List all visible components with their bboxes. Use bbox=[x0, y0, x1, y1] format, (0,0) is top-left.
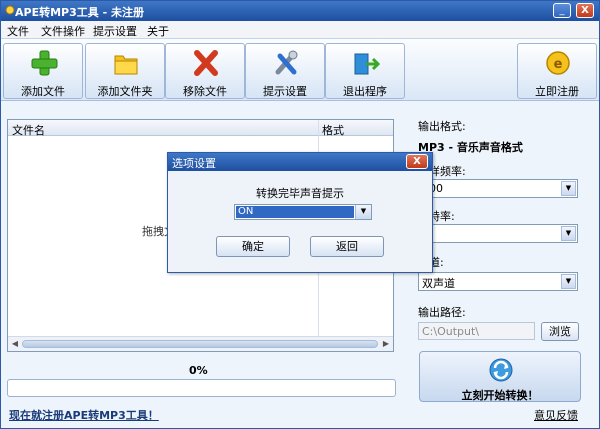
sound-prompt-select[interactable]: ON ▼ bbox=[234, 204, 372, 220]
add-file-button[interactable]: 添加文件 bbox=[3, 43, 83, 99]
svg-text:e: e bbox=[554, 57, 563, 72]
dialog-title-bar: 选项设置 X bbox=[168, 153, 432, 171]
menu-file[interactable]: 文件 bbox=[7, 23, 29, 39]
menu-about[interactable]: 关于 bbox=[147, 23, 169, 39]
add-folder-label: 添加文件夹 bbox=[97, 85, 153, 98]
options-dialog: 选项设置 X 转换完毕声音提示 ON ▼ 确定 返回 bbox=[167, 152, 433, 273]
tools-icon bbox=[275, 50, 298, 75]
horizontal-scrollbar[interactable]: ◀ ▶ bbox=[8, 336, 393, 351]
sample-rate-select[interactable]: 000 ▼ bbox=[418, 179, 578, 198]
red-x-icon bbox=[194, 50, 218, 76]
channel-select[interactable]: 双声道 ▼ bbox=[418, 272, 578, 291]
exit-button[interactable]: 退出程序 bbox=[325, 43, 405, 99]
close-button[interactable]: X bbox=[576, 3, 594, 18]
chevron-down-icon[interactable]: ▼ bbox=[561, 226, 576, 241]
progress-bar bbox=[7, 379, 396, 397]
register-label: 立即注册 bbox=[535, 85, 579, 98]
dialog-back-button[interactable]: 返回 bbox=[310, 236, 384, 257]
toolbar: 添加文件 添加文件夹 移除文件 提示设置 退出程序 e 立即注册 bbox=[1, 39, 599, 101]
scroll-thumb[interactable] bbox=[22, 340, 378, 348]
menu-file-ops[interactable]: 文件操作 bbox=[41, 23, 85, 39]
bitrate-select[interactable]: 0 ▼ bbox=[418, 224, 578, 243]
remove-file-button[interactable]: 移除文件 bbox=[165, 43, 245, 99]
add-file-label: 添加文件 bbox=[21, 85, 65, 98]
menu-prompt-settings[interactable]: 提示设置 bbox=[93, 23, 137, 39]
output-path-field[interactable]: C:\Output\ bbox=[418, 322, 535, 340]
register-link[interactable]: 现在就注册APE转MP3工具！ bbox=[9, 407, 159, 423]
dialog-title: 选项设置 bbox=[172, 157, 216, 170]
output-format-label: 输出格式: bbox=[418, 120, 466, 133]
convert-icon bbox=[489, 358, 513, 382]
chevron-down-icon[interactable]: ▼ bbox=[561, 181, 576, 196]
start-convert-button[interactable]: 立刻开始转换！ bbox=[419, 351, 581, 402]
column-format[interactable]: 格式 bbox=[322, 122, 344, 138]
register-button[interactable]: e 立即注册 bbox=[517, 43, 597, 99]
output-format-value: MP3 - 音乐声音格式 bbox=[418, 141, 523, 154]
app-icon bbox=[5, 5, 15, 15]
plus-icon bbox=[31, 50, 58, 76]
dialog-prompt: 转换完毕声音提示 bbox=[256, 187, 344, 200]
sound-prompt-value: ON bbox=[236, 206, 354, 218]
output-path-value: C:\Output\ bbox=[422, 325, 480, 338]
progress-percent: 0% bbox=[189, 364, 208, 377]
start-convert-label: 立刻开始转换！ bbox=[461, 389, 539, 402]
scroll-right-icon[interactable]: ▶ bbox=[380, 338, 392, 350]
add-folder-button[interactable]: 添加文件夹 bbox=[85, 43, 165, 99]
dialog-close-button[interactable]: X bbox=[406, 154, 428, 169]
chevron-down-icon[interactable]: ▼ bbox=[561, 274, 576, 289]
exit-icon bbox=[354, 53, 380, 75]
coin-icon: e bbox=[546, 51, 570, 75]
output-path-label: 输出路径: bbox=[418, 306, 466, 319]
menu-bar: 文件 文件操作 提示设置 关于 bbox=[1, 21, 599, 39]
column-filename[interactable]: 文件名 bbox=[12, 122, 45, 138]
chevron-down-icon[interactable]: ▼ bbox=[355, 205, 371, 219]
dialog-ok-button[interactable]: 确定 bbox=[216, 236, 290, 257]
feedback-link[interactable]: 意见反馈 bbox=[534, 407, 578, 423]
exit-label: 退出程序 bbox=[343, 85, 387, 98]
channel-value: 双声道 bbox=[422, 277, 455, 290]
prompt-settings-label: 提示设置 bbox=[263, 85, 307, 98]
app-window: APE转MP3工具 - 未注册 _ X 文件 文件操作 提示设置 关于 添加文件… bbox=[0, 0, 600, 429]
remove-file-label: 移除文件 bbox=[183, 85, 227, 98]
window-title: APE转MP3工具 - 未注册 bbox=[15, 6, 144, 19]
title-bar: APE转MP3工具 - 未注册 _ X bbox=[1, 1, 599, 21]
browse-button[interactable]: 浏览 bbox=[541, 322, 579, 341]
file-list-header: 文件名 格式 bbox=[8, 120, 393, 138]
folder-icon bbox=[114, 55, 138, 75]
prompt-settings-button[interactable]: 提示设置 bbox=[245, 43, 325, 99]
scroll-left-icon[interactable]: ◀ bbox=[9, 338, 21, 350]
minimize-button[interactable]: _ bbox=[553, 3, 571, 18]
